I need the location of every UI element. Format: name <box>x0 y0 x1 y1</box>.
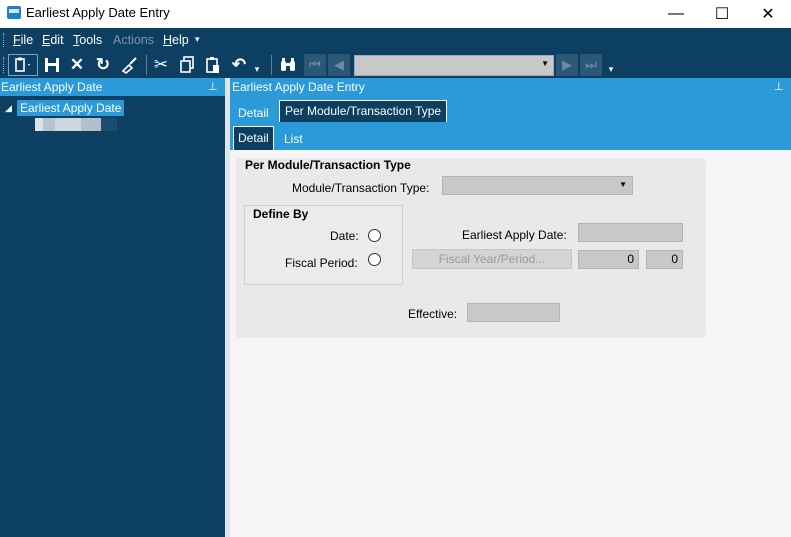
module-transaction-select[interactable]: ▼ <box>442 176 633 195</box>
undo-icon: ↶ <box>231 55 247 74</box>
menu-grip[interactable] <box>3 33 7 47</box>
save-button[interactable] <box>41 54 63 76</box>
delete-icon: ✕ <box>69 55 85 74</box>
date-radio[interactable] <box>368 229 381 242</box>
previous-record-button[interactable]: ◀ <box>328 54 350 76</box>
next-record-button[interactable]: ▶ <box>556 54 578 76</box>
sub-tab-strip: Detail List <box>230 122 791 152</box>
earliest-apply-date-field[interactable] <box>578 223 683 242</box>
find-icon <box>281 58 295 71</box>
menu-tools[interactable]: Tools <box>73 33 102 47</box>
cut-icon: ✂ <box>153 55 169 74</box>
fiscal-period-field[interactable]: 0 <box>646 250 683 269</box>
minimize-button[interactable]: — <box>653 0 699 28</box>
previous-record-icon: ◀ <box>334 57 344 72</box>
tree-panel <box>0 78 225 537</box>
first-record-icon: ⏮ <box>309 57 321 72</box>
chevron-down-icon: ▾ <box>254 63 260 74</box>
module-label: Module/Transaction Type: <box>292 181 430 195</box>
top-tab-strip: Detail Per Module/Transaction Type <box>230 96 791 122</box>
menu-bar: File Edit Tools Actions Help ▾ <box>0 28 791 52</box>
menu-actions[interactable]: Actions <box>113 33 154 47</box>
chevron-down-icon: ▼ <box>541 59 549 68</box>
first-record-button[interactable]: ⏮ <box>304 54 326 76</box>
find-button[interactable] <box>277 54 299 76</box>
new-icon <box>15 57 30 72</box>
define-by-title: Define By <box>253 207 309 221</box>
close-icon: ✕ <box>761 6 775 23</box>
effective-label: Effective: <box>408 307 458 321</box>
paste-button[interactable] <box>202 54 224 76</box>
record-navigator-select[interactable]: ▼ <box>354 55 554 76</box>
refresh-icon: ↻ <box>95 55 111 74</box>
detail-panel-title: Earliest Apply Date Entry <box>232 80 365 94</box>
tree-expand-icon[interactable]: ◢ <box>5 103 12 114</box>
chevron-down-icon: ▾ <box>608 63 614 74</box>
save-icon <box>45 58 59 72</box>
next-record-icon: ▶ <box>562 57 572 72</box>
copy-icon <box>180 56 194 73</box>
maximize-button[interactable]: ☐ <box>699 0 745 28</box>
date-label: Date: <box>330 229 359 243</box>
window-title: Earliest Apply Date Entry <box>26 5 170 20</box>
effective-field[interactable] <box>467 303 560 322</box>
close-button[interactable]: ✕ <box>745 0 791 28</box>
app-icon <box>7 6 21 19</box>
toolbar-overflow[interactable]: ▾ <box>604 58 618 80</box>
earliest-apply-date-label: Earliest Apply Date: <box>462 228 567 242</box>
menu-overflow-icon[interactable]: ▾ <box>195 34 200 45</box>
subtab-list[interactable]: List <box>284 132 303 146</box>
last-record-button[interactable]: ⏭ <box>580 54 602 76</box>
fiscal-year-period-button[interactable]: Fiscal Year/Period... <box>412 249 572 269</box>
tree-panel-title: Earliest Apply Date <box>1 80 103 94</box>
clear-icon <box>121 57 137 74</box>
menu-file[interactable]: File <box>13 33 33 47</box>
undo-dropdown[interactable]: ▾ <box>250 58 264 80</box>
refresh-button[interactable]: ↻ <box>92 54 114 76</box>
menu-edit[interactable]: Edit <box>42 33 64 47</box>
section-title: Per Module/Transaction Type <box>245 158 411 172</box>
cut-button[interactable]: ✂ <box>150 54 172 76</box>
new-button[interactable] <box>8 54 38 76</box>
tree-node-child[interactable] <box>35 118 117 131</box>
menu-help[interactable]: Help <box>163 33 189 47</box>
tab-detail[interactable]: Detail <box>238 106 269 120</box>
fiscal-period-label: Fiscal Period: <box>285 256 358 270</box>
pin-icon[interactable]: ⊥ <box>774 80 784 93</box>
tree-node-root[interactable]: Earliest Apply Date <box>17 100 125 116</box>
fiscal-year-field[interactable]: 0 <box>578 250 639 269</box>
tab-per-module-transaction-type[interactable]: Per Module/Transaction Type <box>279 100 448 122</box>
minimize-icon: — <box>668 5 684 22</box>
subtab-detail[interactable]: Detail <box>233 126 274 152</box>
paste-icon <box>206 57 219 73</box>
toolbar-separator <box>271 55 272 75</box>
copy-button[interactable] <box>176 54 198 76</box>
toolbar-separator <box>146 55 147 75</box>
pin-icon[interactable]: ⊥ <box>208 80 218 93</box>
last-record-icon: ⏭ <box>585 57 597 72</box>
undo-button[interactable]: ↶ <box>228 54 250 76</box>
fiscal-period-radio[interactable] <box>368 253 381 266</box>
clear-button[interactable] <box>118 54 140 76</box>
toolbar-grip[interactable] <box>3 57 7 73</box>
delete-button[interactable]: ✕ <box>66 54 88 76</box>
maximize-icon: ☐ <box>714 6 730 23</box>
chevron-down-icon: ▼ <box>619 180 627 189</box>
